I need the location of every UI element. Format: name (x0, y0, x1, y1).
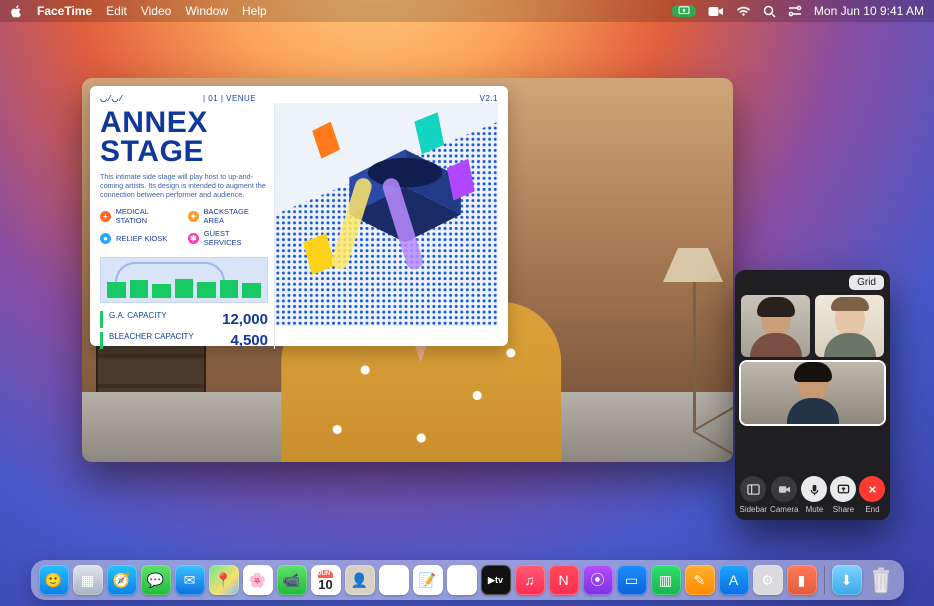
menu-bar: FaceTime Edit Video Window Help Mon Jun … (0, 0, 934, 22)
dock-app-reminders[interactable]: ☑︎ (379, 565, 409, 595)
dock-app-pages[interactable]: ✎ (685, 565, 715, 595)
dock-app-music[interactable]: ♫ (515, 565, 545, 595)
presentation-version: V2.1 (480, 94, 498, 103)
shared-presentation-overlay: ◡⁄◡⁄ | 01 | VENUE V2.1 ANNEX STAGE This … (90, 86, 508, 346)
end-call-button[interactable] (859, 476, 885, 502)
control-center-icon[interactable] (788, 5, 802, 17)
share-button[interactable] (830, 476, 856, 502)
menu-clock[interactable]: Mon Jun 10 9:41 AM (814, 4, 924, 18)
mute-button[interactable] (801, 476, 827, 502)
dock-app-freeform[interactable]: ✎ (447, 565, 477, 595)
dock-downloads[interactable]: ⬇︎ (832, 565, 862, 595)
camera-label: Camera (770, 505, 798, 514)
isometric-venue-illustration (274, 103, 498, 349)
end-label: End (865, 505, 879, 514)
participant-tile-2[interactable] (815, 295, 884, 357)
presentation-logo: ◡⁄◡⁄ (100, 94, 123, 103)
spotlight-icon[interactable] (763, 5, 776, 18)
dock-app-podcasts[interactable]: ⦿ (583, 565, 613, 595)
presentation-description: This intimate side stage will play host … (100, 172, 268, 199)
ga-capacity-row: G.A. CAPACITY12,000 (100, 311, 268, 328)
facetime-main-video-window[interactable]: ◡⁄◡⁄ | 01 | VENUE V2.1 ANNEX STAGE This … (82, 78, 733, 462)
share-label: Share (833, 505, 854, 514)
mini-map (100, 257, 268, 303)
menu-help[interactable]: Help (242, 4, 267, 18)
dock-app-facetime[interactable]: 📹 (277, 565, 307, 595)
dock-app-maps[interactable]: 📍 (209, 565, 239, 595)
dock-app-tv[interactable]: ▶tv (481, 565, 511, 595)
grid-toggle-button[interactable]: Grid (849, 275, 884, 290)
presentation-title: ANNEX STAGE (100, 109, 268, 166)
sidebar-button[interactable] (740, 476, 766, 502)
apple-menu[interactable] (10, 5, 23, 18)
dock-app-numbers[interactable]: ▥ (651, 565, 681, 595)
dock-app-messages[interactable]: 💬 (141, 565, 171, 595)
dock-trash[interactable] (866, 565, 896, 595)
presentation-legend: +MEDICAL STATION ✦BACKSTAGE AREA ●RELIEF… (100, 207, 268, 247)
menu-window[interactable]: Window (185, 4, 228, 18)
active-app-name[interactable]: FaceTime (37, 4, 92, 18)
wifi-icon[interactable] (736, 6, 751, 17)
presentation-breadcrumb: | 01 | VENUE (203, 94, 256, 103)
dock-app-launchpad[interactable]: ▦ (73, 565, 103, 595)
mute-label: Mute (806, 505, 824, 514)
dock: 🙂▦🧭💬✉︎📍🌸📹JUN10👤☑︎📝✎▶tv♫N⦿▭▥✎A⚙︎▮⬇︎ (31, 560, 904, 600)
menu-video[interactable]: Video (141, 4, 171, 18)
dock-app-settings[interactable]: ⚙︎ (753, 565, 783, 595)
participant-tile-1[interactable] (741, 295, 810, 357)
dock-app-iphone-mirroring[interactable]: ▮ (787, 565, 817, 595)
sidebar-label: Sidebar (739, 505, 767, 514)
dock-app-mail[interactable]: ✉︎ (175, 565, 205, 595)
facetime-status-icon[interactable] (708, 6, 724, 17)
dock-app-finder[interactable]: 🙂 (39, 565, 69, 595)
dock-app-appstore[interactable]: A (719, 565, 749, 595)
dock-app-keynote[interactable]: ▭ (617, 565, 647, 595)
dock-app-photos[interactable]: 🌸 (243, 565, 273, 595)
dock-app-news[interactable]: N (549, 565, 579, 595)
facetime-controls-panel[interactable]: Grid (735, 270, 890, 520)
menu-edit[interactable]: Edit (106, 4, 127, 18)
camera-button[interactable] (771, 476, 797, 502)
dock-app-contacts[interactable]: 👤 (345, 565, 375, 595)
dock-separator (824, 566, 825, 594)
self-view-tile[interactable] (741, 362, 884, 424)
bleacher-capacity-row: BLEACHER CAPACITY4,500 (100, 332, 268, 349)
screenshare-status-pill[interactable] (672, 5, 696, 17)
dock-app-notes[interactable]: 📝 (413, 565, 443, 595)
dock-app-safari[interactable]: 🧭 (107, 565, 137, 595)
dock-app-calendar[interactable]: JUN10 (311, 565, 341, 595)
